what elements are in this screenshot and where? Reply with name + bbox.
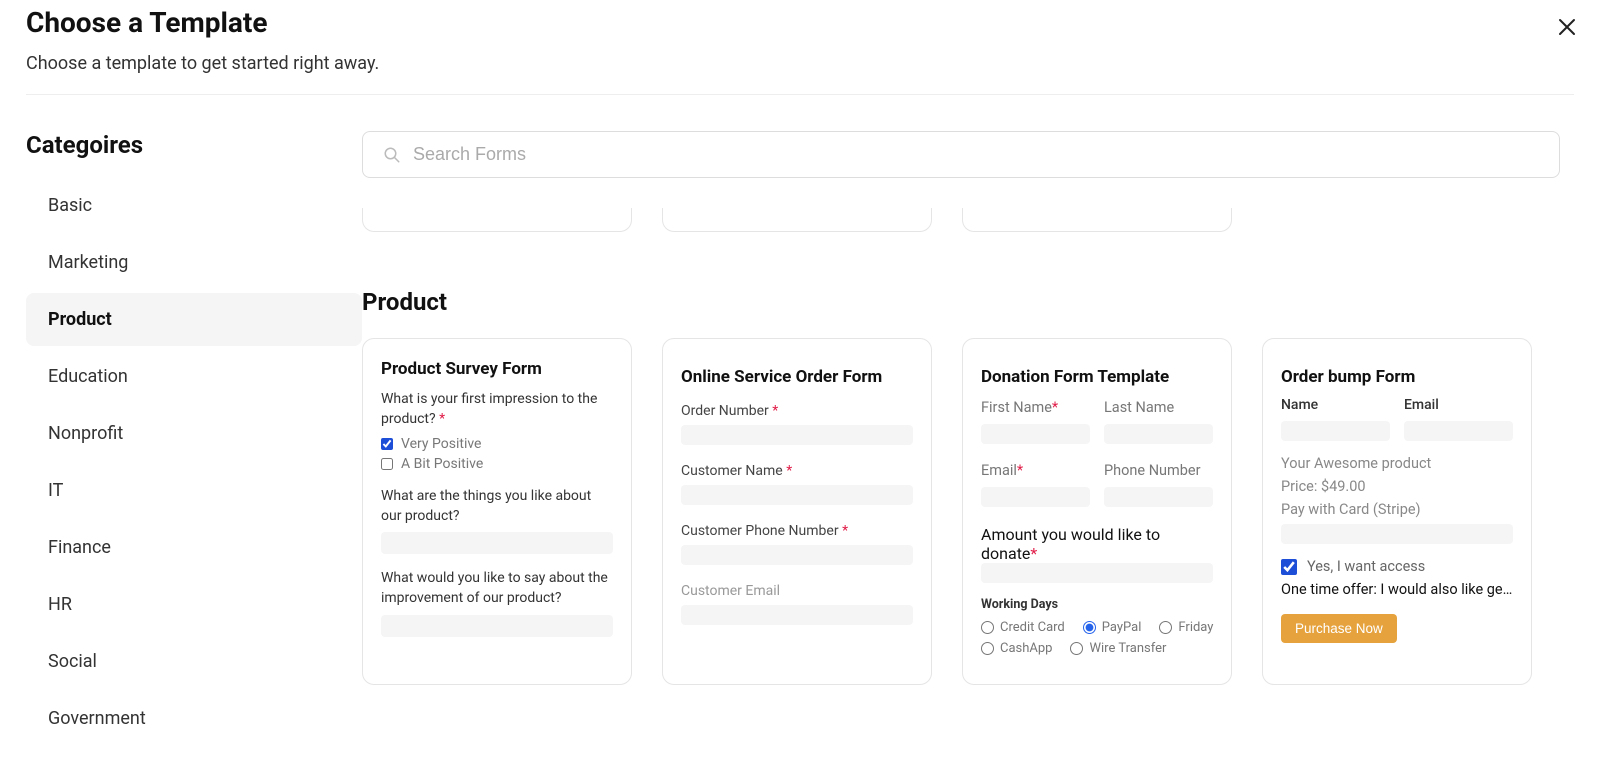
question-label: What is your first impression to the pro… bbox=[381, 389, 613, 430]
text-input-placeholder[interactable] bbox=[1404, 421, 1513, 441]
product-name: Your Awesome product bbox=[1281, 455, 1513, 472]
checkbox-very-positive[interactable]: Very Positive bbox=[381, 436, 613, 452]
header: Choose a Template Choose a template to g… bbox=[0, 6, 1600, 74]
field-label: Name bbox=[1281, 397, 1390, 413]
field-label: Customer Email bbox=[681, 583, 913, 599]
text-input-placeholder[interactable] bbox=[981, 563, 1213, 583]
sidebar-title: Categoires bbox=[26, 131, 362, 159]
sidebar-item-product[interactable]: Product bbox=[26, 293, 362, 346]
text-input-placeholder[interactable] bbox=[681, 425, 913, 445]
radio-input[interactable] bbox=[1083, 621, 1096, 634]
template-card-product-survey[interactable]: Product Survey Form What is your first i… bbox=[362, 338, 632, 685]
card-remnant[interactable] bbox=[962, 208, 1232, 232]
text-input-placeholder[interactable] bbox=[381, 615, 613, 637]
text-input-placeholder[interactable] bbox=[681, 485, 913, 505]
close-icon bbox=[1558, 12, 1576, 42]
checkbox-input[interactable] bbox=[381, 438, 393, 450]
radio-input[interactable] bbox=[981, 642, 994, 655]
search-input[interactable] bbox=[413, 144, 1539, 165]
working-days-label: Working Days bbox=[981, 597, 1213, 612]
text-input-placeholder[interactable] bbox=[681, 545, 913, 565]
sidebar-item-basic[interactable]: Basic bbox=[26, 179, 362, 232]
text-input-placeholder[interactable] bbox=[981, 487, 1090, 507]
main: Product Product Survey Form What is your… bbox=[362, 131, 1600, 749]
sidebar-item-social[interactable]: Social bbox=[26, 635, 362, 688]
field-label: Customer Phone Number * bbox=[681, 523, 913, 539]
search-box[interactable] bbox=[362, 131, 1560, 178]
sidebar-item-marketing[interactable]: Marketing bbox=[26, 236, 362, 289]
sidebar-item-government[interactable]: Government bbox=[26, 692, 362, 745]
text-input-placeholder[interactable] bbox=[981, 424, 1090, 444]
checkbox-input[interactable] bbox=[1281, 559, 1297, 575]
search-icon bbox=[383, 146, 401, 164]
field-label: First Name* bbox=[981, 399, 1090, 416]
radio-input[interactable] bbox=[1070, 642, 1083, 655]
radio-label: Credit Card bbox=[1000, 620, 1065, 635]
question-label: What would you like to say about the imp… bbox=[381, 568, 613, 609]
template-card-donation[interactable]: Donation Form Template First Name* Last … bbox=[962, 338, 1232, 685]
sidebar: Categoires Basic Marketing Product Educa… bbox=[0, 131, 362, 749]
radio-label: PayPal bbox=[1102, 620, 1142, 635]
field-label: Customer Name * bbox=[681, 463, 913, 479]
close-button[interactable] bbox=[1558, 14, 1576, 40]
card-remnant[interactable] bbox=[362, 208, 632, 232]
card-remnant[interactable] bbox=[662, 208, 932, 232]
radio-input[interactable] bbox=[981, 621, 994, 634]
page-title: Choose a Template bbox=[26, 6, 1600, 39]
checkbox-want-access[interactable]: Yes, I want access bbox=[1281, 558, 1513, 575]
radio-input[interactable] bbox=[1159, 621, 1172, 634]
text-input-placeholder[interactable] bbox=[381, 532, 613, 554]
sidebar-item-hr[interactable]: HR bbox=[26, 578, 362, 631]
radio-label: CashApp bbox=[1000, 641, 1052, 656]
radio-credit-card[interactable]: Credit Card bbox=[981, 620, 1065, 635]
text-input-placeholder[interactable] bbox=[1281, 524, 1513, 544]
sidebar-item-nonprofit[interactable]: Nonprofit bbox=[26, 407, 362, 460]
field-label: Phone Number bbox=[1104, 462, 1213, 479]
field-label: Order Number * bbox=[681, 403, 913, 419]
text-input-placeholder[interactable] bbox=[1104, 487, 1213, 507]
card-title: Order bump Form bbox=[1281, 367, 1513, 387]
radio-label: Wire Transfer bbox=[1089, 641, 1166, 656]
checkbox-a-bit-positive[interactable]: A Bit Positive bbox=[381, 456, 613, 472]
question-label: What are the things you like about our p… bbox=[381, 486, 613, 527]
card-title: Online Service Order Form bbox=[681, 367, 913, 387]
radio-label: Friday bbox=[1178, 620, 1213, 635]
checkbox-label: A Bit Positive bbox=[401, 456, 483, 472]
required-mark: * bbox=[439, 411, 445, 427]
radio-paypal[interactable]: PayPal bbox=[1083, 620, 1142, 635]
sidebar-item-it[interactable]: IT bbox=[26, 464, 362, 517]
field-label: Last Name bbox=[1104, 399, 1213, 416]
section-title: Product bbox=[362, 288, 1560, 316]
card-title: Product Survey Form bbox=[381, 359, 613, 379]
checkbox-input[interactable] bbox=[381, 458, 393, 470]
text-input-placeholder[interactable] bbox=[681, 605, 913, 625]
field-label: Email* bbox=[981, 462, 1090, 479]
text-input-placeholder[interactable] bbox=[1104, 424, 1213, 444]
radio-wire-transfer[interactable]: Wire Transfer bbox=[1070, 641, 1166, 656]
purchase-button[interactable]: Purchase Now bbox=[1281, 614, 1397, 643]
prev-row-remnants bbox=[362, 208, 1560, 232]
template-card-order-bump[interactable]: Order bump Form Name Email Your Awesome … bbox=[1262, 338, 1532, 685]
offer-text: One time offer: I would also like get... bbox=[1281, 581, 1513, 598]
product-price: Price: $49.00 bbox=[1281, 478, 1513, 495]
sidebar-item-finance[interactable]: Finance bbox=[26, 521, 362, 574]
radio-cashapp[interactable]: CashApp bbox=[981, 641, 1052, 656]
field-label: Email bbox=[1404, 397, 1513, 413]
card-title: Donation Form Template bbox=[981, 367, 1213, 387]
field-label: Amount you would like to donate* bbox=[981, 525, 1213, 563]
radio-friday[interactable]: Friday bbox=[1159, 620, 1213, 635]
page-subtitle: Choose a template to get started right a… bbox=[26, 53, 1600, 74]
sidebar-item-education[interactable]: Education bbox=[26, 350, 362, 403]
pay-method: Pay with Card (Stripe) bbox=[1281, 501, 1513, 518]
checkbox-label: Yes, I want access bbox=[1307, 558, 1425, 575]
template-card-online-order[interactable]: Online Service Order Form Order Number *… bbox=[662, 338, 932, 685]
checkbox-label: Very Positive bbox=[401, 436, 481, 452]
text-input-placeholder[interactable] bbox=[1281, 421, 1390, 441]
